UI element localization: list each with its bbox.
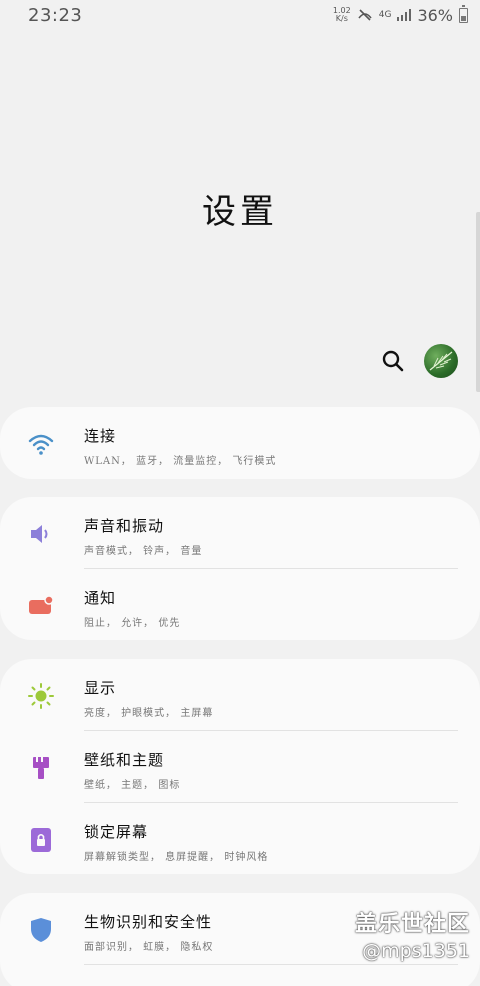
status-time: 23:23	[28, 4, 83, 26]
item-subtitle: 壁纸， 主题， 图标	[84, 780, 181, 791]
status-icons: 1.02 K/s 4G 36%	[332, 4, 468, 25]
watermark-brand: 盖乐世社区	[354, 912, 470, 937]
settings-card-sound: 声音和振动 声音模式， 铃声， 音量 通知 阻止， 允许， 优先	[0, 497, 480, 640]
status-bar: 23:23 1.02 K/s 4G 36%	[0, 0, 480, 30]
item-title: 生物识别和安全性	[84, 913, 213, 931]
settings-card-display: 显示 亮度， 护眼模式， 主屏幕 壁纸和主题 壁纸， 主题， 图标 锁定屏幕 屏…	[0, 659, 480, 874]
volume-icon	[31, 525, 48, 543]
settings-item-connections[interactable]: 连接 WLAN， 蓝牙， 流量监控， 飞行模式	[0, 407, 480, 479]
search-icon[interactable]	[378, 346, 408, 376]
avatar[interactable]	[424, 344, 458, 378]
settings-card-connections: 连接 WLAN， 蓝牙， 流量监控， 飞行模式	[0, 407, 480, 479]
edge-panel-handle[interactable]	[476, 212, 480, 392]
item-subtitle: 阻止， 允许， 优先	[84, 618, 181, 629]
settings-item-lock-screen[interactable]: 锁定屏幕 屏幕解锁类型， 息屏提醒， 时钟风格	[0, 803, 480, 875]
battery-icon	[459, 4, 468, 23]
item-subtitle: 面部识别， 虹膜， 隐私权	[84, 942, 214, 953]
settings-item-sound[interactable]: 声音和振动 声音模式， 铃声， 音量	[0, 497, 480, 569]
battery-percent: 36%	[417, 5, 453, 25]
network-type: 4G	[378, 10, 392, 20]
shield-icon	[31, 918, 51, 942]
item-title: 声音和振动	[84, 517, 165, 535]
item-subtitle: 亮度， 护眼模式， 主屏幕	[84, 708, 214, 719]
avatar-leaf-icon	[429, 351, 453, 371]
item-title: 壁纸和主题	[84, 751, 165, 769]
item-subtitle: WLAN， 蓝牙， 流量监控， 飞行模式	[84, 456, 277, 467]
divider	[84, 964, 458, 965]
network-speed: 1.02 K/s	[332, 6, 351, 23]
wifi-icon	[28, 434, 54, 455]
watermark: 盖乐世社区 @mps1351	[355, 906, 470, 962]
settings-item-display[interactable]: 显示 亮度， 护眼模式， 主屏幕	[0, 659, 480, 731]
watermark-handle: @mps1351	[362, 940, 470, 962]
signal-icon	[397, 9, 412, 21]
page-title: 设置	[202, 192, 278, 232]
settings-item-wallpaper-themes[interactable]: 壁纸和主题 壁纸， 主题， 图标	[0, 731, 480, 803]
item-title: 连接	[84, 427, 117, 445]
item-title: 通知	[84, 589, 117, 607]
item-title: 锁定屏幕	[84, 823, 149, 841]
item-subtitle: 屏幕解锁类型， 息屏提醒， 时钟风格	[84, 852, 269, 863]
item-title: 显示	[84, 679, 117, 697]
no-sim-icon	[358, 9, 372, 21]
settings-item-notifications[interactable]: 通知 阻止， 允许， 优先	[0, 569, 480, 641]
item-subtitle: 声音模式， 铃声， 音量	[84, 546, 203, 557]
brightness-icon	[28, 683, 54, 709]
notification-icon	[29, 595, 54, 614]
lock-icon	[31, 828, 51, 852]
paint-brush-icon	[33, 757, 49, 779]
